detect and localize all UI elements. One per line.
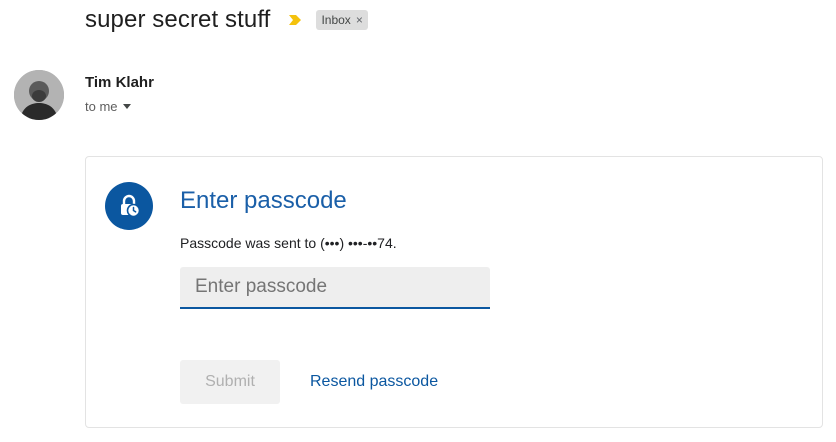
card-title: Enter passcode <box>180 187 347 214</box>
email-view: super secret stuff Inbox × Tim Klahr to … <box>0 0 836 442</box>
subject-row: super secret stuff Inbox × <box>85 2 368 38</box>
passcode-input[interactable] <box>180 267 490 309</box>
importance-marker-icon[interactable] <box>288 13 302 27</box>
inbox-label-text: Inbox <box>321 13 351 27</box>
recipient-text: to me <box>85 99 118 114</box>
passcode-card: Enter passcode Passcode was sent to (•••… <box>85 156 823 428</box>
submit-button[interactable]: Submit <box>180 360 280 404</box>
chevron-down-icon[interactable] <box>122 104 131 109</box>
email-subject: super secret stuff <box>85 6 271 33</box>
remove-label-icon[interactable]: × <box>356 13 363 27</box>
recipient-row[interactable]: to me <box>85 99 131 114</box>
sender-name: Tim Klahr <box>85 74 154 91</box>
avatar[interactable] <box>14 70 64 120</box>
inbox-label-chip: Inbox × <box>316 10 368 30</box>
resend-passcode-link[interactable]: Resend passcode <box>310 373 438 391</box>
passcode-sent-message: Passcode was sent to (•••) •••-••74. <box>180 235 397 251</box>
lock-clock-icon <box>105 182 153 230</box>
